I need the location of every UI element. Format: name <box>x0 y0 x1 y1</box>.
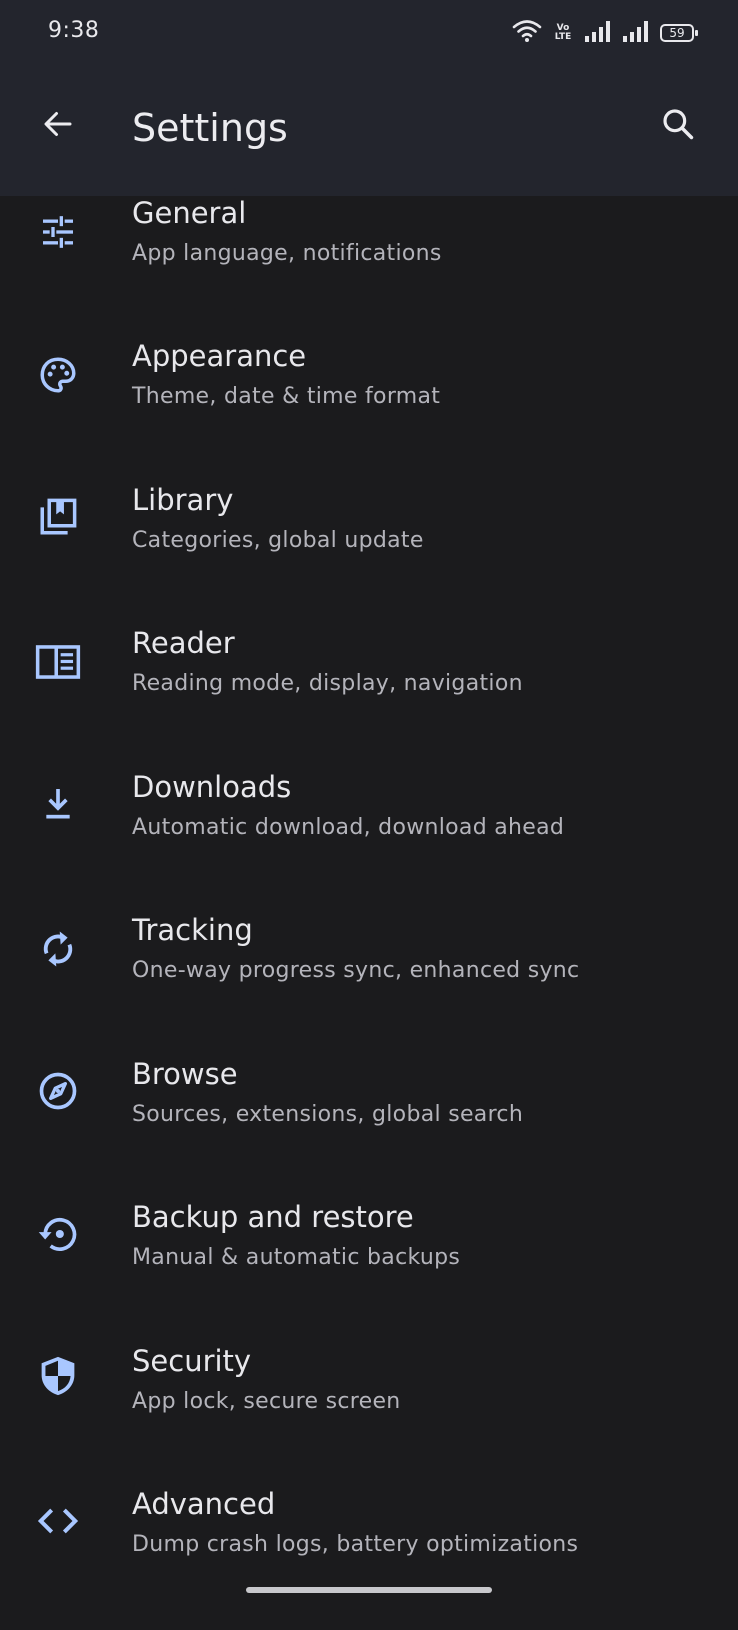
signal-icon-2 <box>622 19 650 47</box>
settings-item-label: Reader <box>132 626 235 660</box>
status-time: 9:38 <box>48 18 100 43</box>
download-icon <box>34 780 82 828</box>
settings-item-security[interactable]: Security App lock, secure screen <box>0 1344 738 1487</box>
settings-item-subtitle: Reading mode, display, navigation <box>132 671 523 696</box>
settings-item-subtitle: Sources, extensions, global search <box>132 1102 524 1127</box>
tune-icon <box>34 208 82 256</box>
settings-item-label: Backup and restore <box>132 1200 414 1234</box>
settings-item-subtitle: App language, notifications <box>132 241 442 266</box>
book-open-icon <box>34 638 82 686</box>
code-icon <box>34 1497 82 1545</box>
settings-item-tracking[interactable]: Tracking One-way progress sync, enhanced… <box>0 913 738 1056</box>
battery-icon: 59 <box>660 24 698 42</box>
settings-item-subtitle: One-way progress sync, enhanced sync <box>132 958 580 983</box>
signal-icon <box>584 19 612 47</box>
volte-indicator: Vo LTE <box>554 23 572 42</box>
settings-item-subtitle: App lock, secure screen <box>132 1389 401 1414</box>
status-bar: 9:38 Vo LTE 59 <box>0 0 738 66</box>
backup-restore-icon <box>34 1210 82 1258</box>
settings-item-subtitle: Theme, date & time format <box>132 384 441 409</box>
settings-item-appearance[interactable]: Appearance Theme, date & time format <box>0 339 738 482</box>
settings-item-subtitle: Automatic download, download ahead <box>132 815 565 840</box>
settings-item-downloads[interactable]: Downloads Automatic download, download a… <box>0 770 738 913</box>
settings-item-reader[interactable]: Reader Reading mode, display, navigation <box>0 626 738 769</box>
settings-item-label: Appearance <box>132 339 307 373</box>
settings-item-subtitle: Manual & automatic backups <box>132 1245 461 1270</box>
top-app-bar-container: 9:38 Vo LTE 59 Settings <box>0 0 738 196</box>
settings-item-subtitle: Dump crash logs, battery optimizations <box>132 1532 579 1557</box>
app-bar: Settings <box>0 66 738 196</box>
status-icons: Vo LTE 59 <box>512 18 698 48</box>
settings-item-backup-restore[interactable]: Backup and restore Manual & automatic ba… <box>0 1200 738 1343</box>
settings-item-label: Library <box>132 483 234 517</box>
settings-item-label: Security <box>132 1344 252 1378</box>
settings-item-label: Advanced <box>132 1487 276 1521</box>
settings-item-subtitle: Categories, global update <box>132 528 424 553</box>
settings-item-advanced[interactable]: Advanced Dump crash logs, battery optimi… <box>0 1487 738 1630</box>
wifi-icon <box>512 19 542 47</box>
back-button[interactable] <box>28 96 88 156</box>
palette-icon <box>34 351 82 399</box>
library-icon <box>34 493 82 541</box>
settings-item-browse[interactable]: Browse Sources, extensions, global searc… <box>0 1057 738 1200</box>
search-button[interactable] <box>648 96 708 156</box>
compass-icon <box>34 1067 82 1115</box>
page-title: Settings <box>132 106 288 150</box>
arrow-left-icon <box>40 106 76 146</box>
settings-item-general[interactable]: General App language, notifications <box>0 196 738 339</box>
settings-item-label: General <box>132 196 247 230</box>
settings-item-label: Downloads <box>132 770 292 804</box>
search-icon <box>659 105 697 147</box>
settings-item-label: Browse <box>132 1057 238 1091</box>
home-indicator[interactable] <box>246 1587 492 1593</box>
settings-item-library[interactable]: Library Categories, global update <box>0 483 738 626</box>
settings-item-label: Tracking <box>132 913 253 947</box>
shield-icon <box>34 1352 82 1400</box>
sync-icon <box>34 925 82 973</box>
